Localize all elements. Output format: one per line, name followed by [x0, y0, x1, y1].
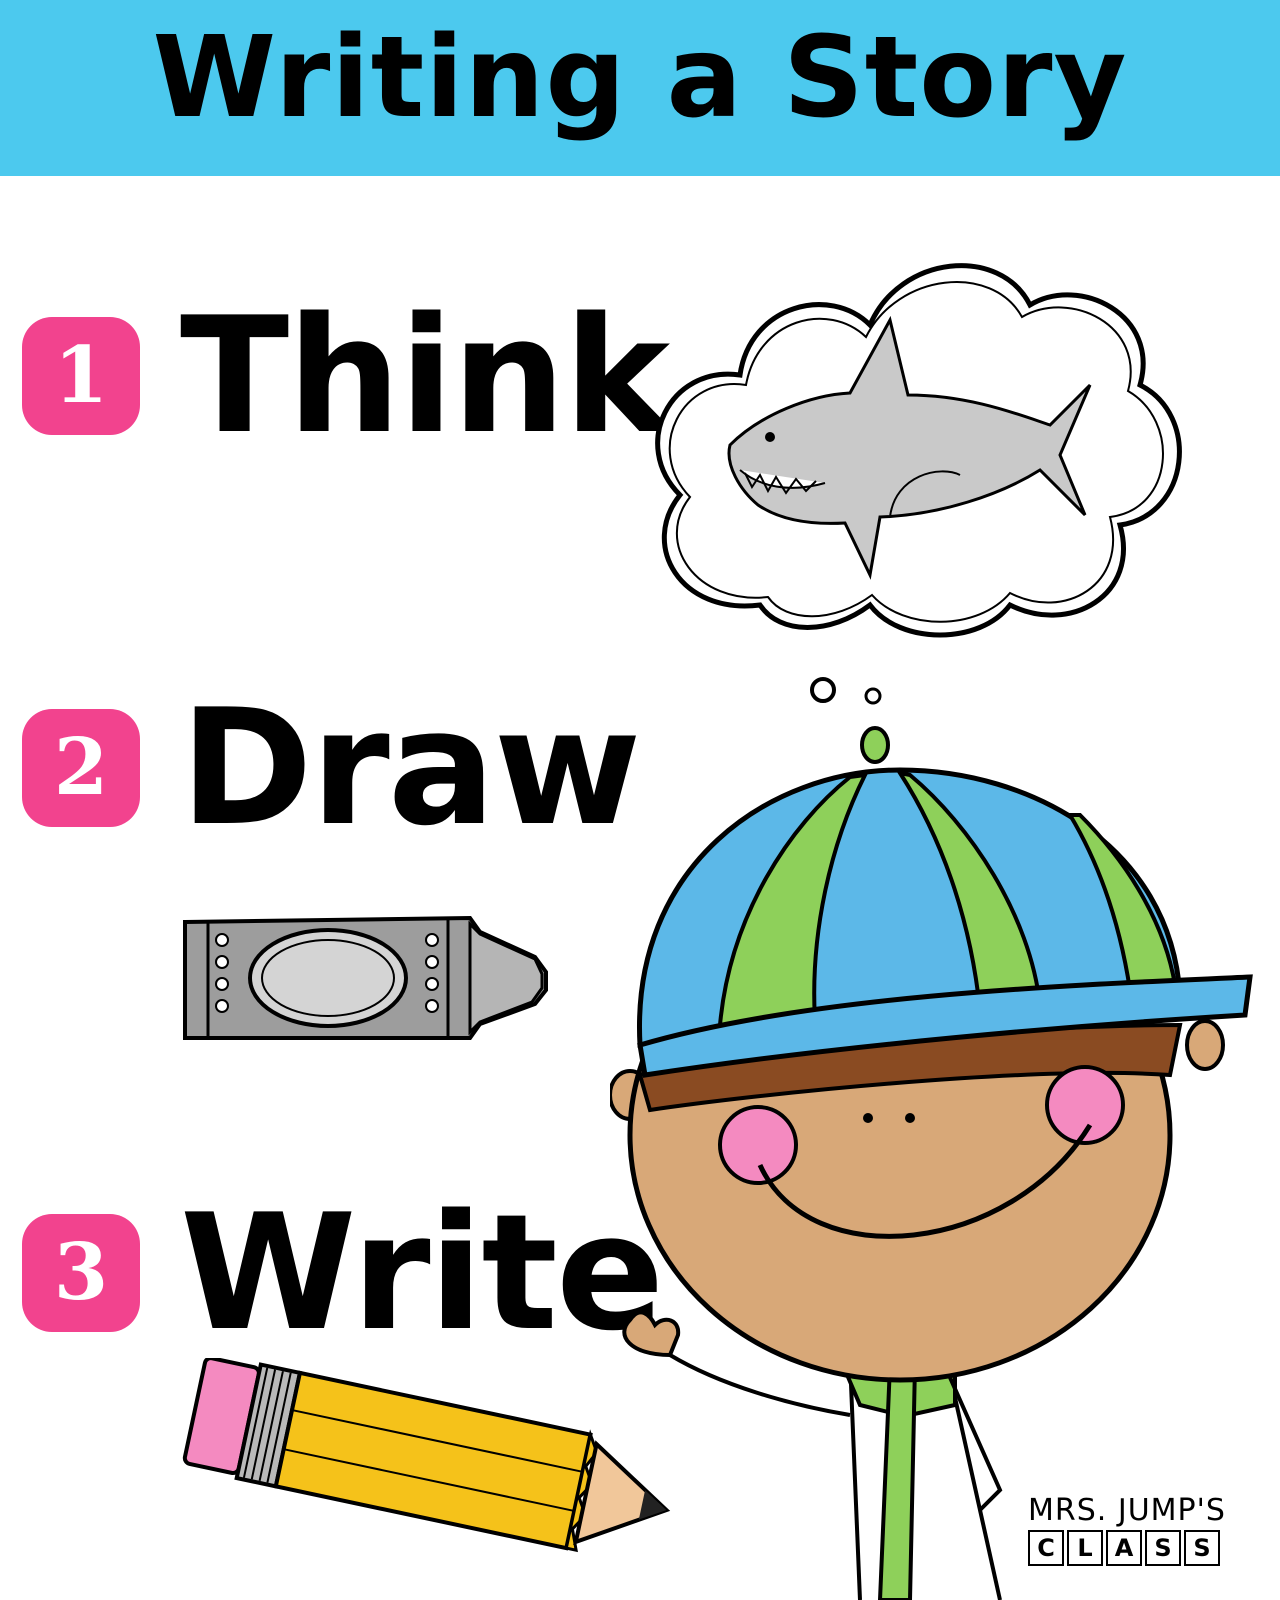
page-title: Writing a Story: [152, 13, 1128, 143]
step-number-badge: 3: [22, 1214, 140, 1332]
logo-name: MRS. JUMP'S: [1028, 1493, 1226, 1528]
logo-letter: S: [1184, 1530, 1220, 1566]
step-number: 1: [53, 330, 109, 421]
step-number: 2: [53, 722, 109, 813]
title-banner: Writing a Story: [0, 0, 1280, 176]
step-number-badge: 1: [22, 317, 140, 435]
step-number-badge: 2: [22, 709, 140, 827]
step-label: Write: [180, 1179, 664, 1366]
step-draw: 2 Draw: [22, 674, 641, 861]
logo-letter: S: [1145, 1530, 1181, 1566]
step-number: 3: [53, 1227, 109, 1318]
crayon-icon: [183, 915, 548, 1040]
logo-letter: C: [1028, 1530, 1064, 1566]
logo-class-letters: C L A S S: [1028, 1530, 1268, 1566]
step-label: Think: [180, 282, 670, 469]
thought-cloud-icon: [655, 263, 1182, 638]
step-write: 3 Write: [22, 1179, 664, 1366]
brand-logo: MRS. JUMP'S C L A S S: [1028, 1496, 1268, 1566]
step-think: 1 Think: [22, 282, 670, 469]
logo-letter: A: [1106, 1530, 1142, 1566]
boy-with-cap-icon: [610, 726, 1253, 1600]
step-label: Draw: [180, 674, 641, 861]
logo-letter: L: [1067, 1530, 1103, 1566]
